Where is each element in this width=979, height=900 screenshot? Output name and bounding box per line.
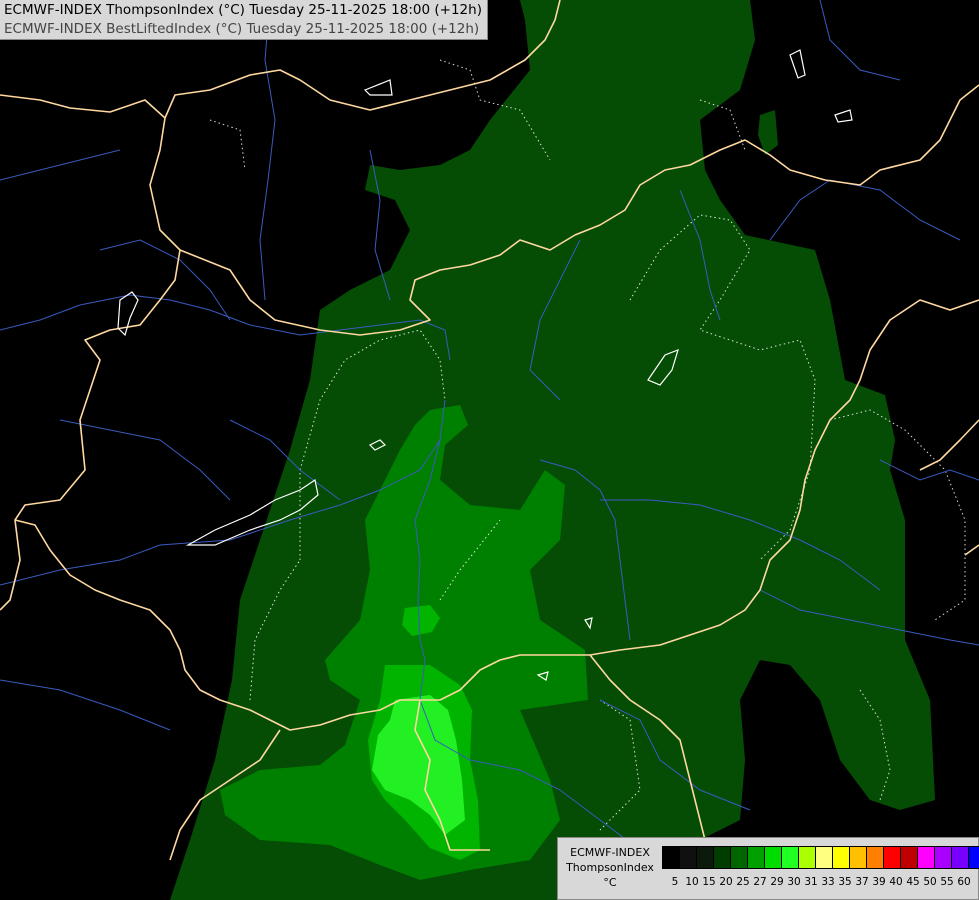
- legend-tick-label: 39: [872, 876, 886, 888]
- legend-tick-label: 40: [889, 876, 903, 888]
- legend-swatch: [833, 847, 850, 868]
- legend-swatch: [816, 847, 833, 868]
- legend-swatch: [799, 847, 816, 868]
- legend-tick-label: 5: [671, 876, 679, 888]
- legend-swatch: [765, 847, 782, 868]
- legend-tick-label: 55: [940, 876, 954, 888]
- legend-swatch: [663, 847, 680, 868]
- legend-swatch: [697, 847, 714, 868]
- legend-tick-label: 15: [702, 876, 716, 888]
- weather-map: [0, 0, 979, 900]
- legend-swatch: [731, 847, 748, 868]
- legend-label: ECMWF-INDEX ThompsonIndex °C: [562, 845, 658, 890]
- legend-tick-label: 50: [923, 876, 937, 888]
- legend-swatch: [850, 847, 867, 868]
- legend-tick-label: 30: [787, 876, 801, 888]
- legend-swatch: [867, 847, 884, 868]
- legend-swatch: [714, 847, 731, 868]
- title-thompson-index: ECMWF-INDEX ThompsonIndex (°C) Tuesday 2…: [4, 2, 482, 18]
- legend-swatch: [901, 847, 918, 868]
- legend-swatch: [918, 847, 935, 868]
- legend-swatch: [748, 847, 765, 868]
- legend-tick-label: 33: [821, 876, 835, 888]
- legend-tick-label: 45: [906, 876, 920, 888]
- legend-tick-label: 27: [753, 876, 767, 888]
- title-best-lifted-index: ECMWF-INDEX BestLiftedIndex (°C) Tuesday…: [4, 21, 480, 37]
- legend-parameter: ThompsonIndex: [566, 861, 654, 874]
- legend-swatch: [952, 847, 969, 868]
- legend-swatch: [969, 847, 979, 868]
- legend-swatch: [782, 847, 799, 868]
- legend-tick-label: 37: [855, 876, 869, 888]
- legend-swatches: [662, 846, 979, 869]
- legend-swatch: [680, 847, 697, 868]
- legend-tick-label: 35: [838, 876, 852, 888]
- legend-tick-label: 29: [770, 876, 784, 888]
- legend-tick-label: 60: [957, 876, 971, 888]
- map-title-box: ECMWF-INDEX ThompsonIndex (°C) Tuesday 2…: [0, 0, 488, 40]
- legend-tick-label: 20: [719, 876, 733, 888]
- color-legend: ECMWF-INDEX ThompsonIndex °C 5 10 15 20 25 27…: [557, 837, 979, 900]
- legend-unit: °C: [603, 876, 617, 889]
- legend-swatch: [935, 847, 952, 868]
- legend-tick-label: 31: [804, 876, 818, 888]
- legend-model: ECMWF-INDEX: [570, 846, 650, 859]
- legend-swatch: [884, 847, 901, 868]
- legend-tick-label: 25: [736, 876, 750, 888]
- legend-tick-label: 10: [685, 876, 699, 888]
